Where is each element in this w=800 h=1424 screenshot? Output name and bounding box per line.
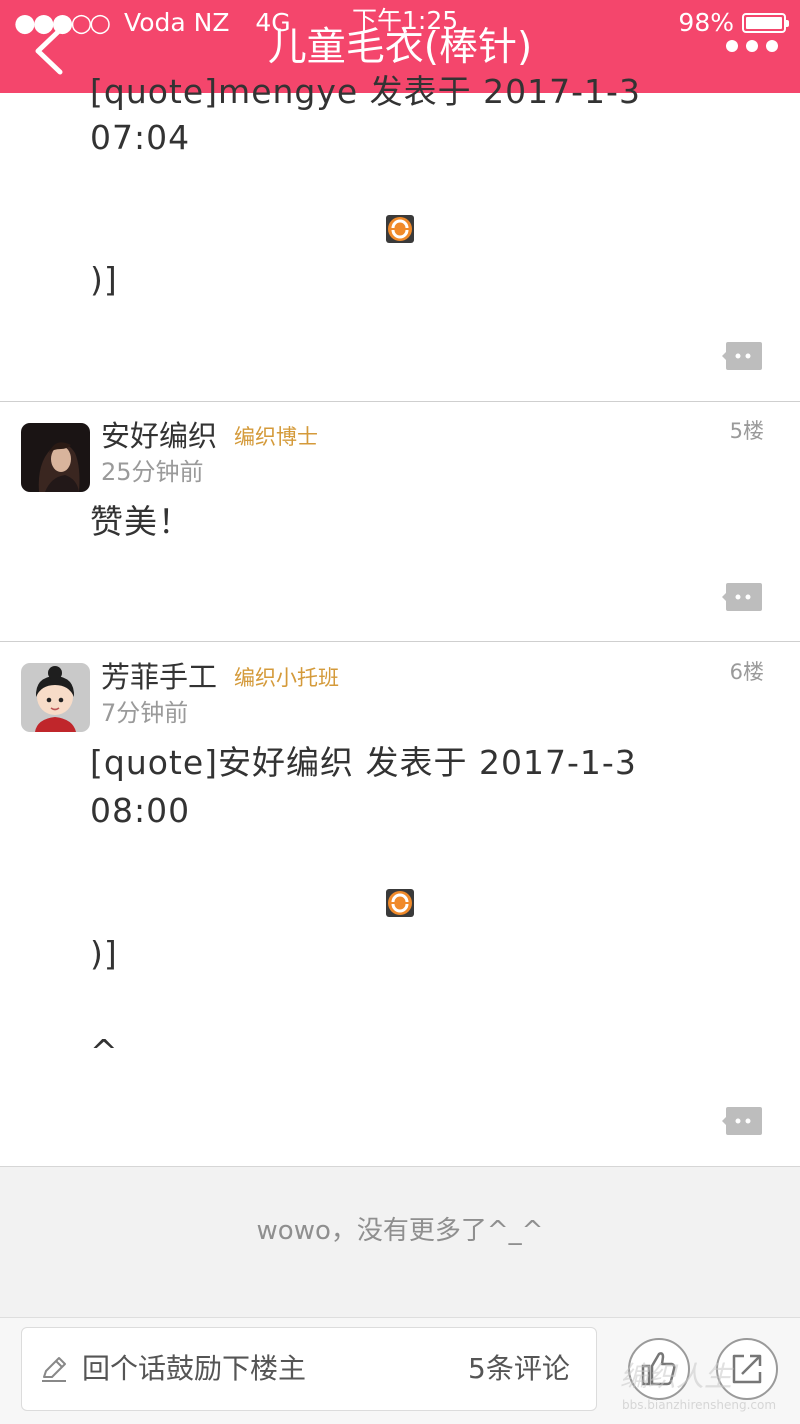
page-title: 儿童毛衣(棒针) xyxy=(267,25,533,70)
user-rank-badge: 编织小托班 xyxy=(234,666,339,690)
post-time: 7分钟前 xyxy=(101,699,189,727)
comment-count-link[interactable]: 5条评论 xyxy=(468,1350,570,1388)
post-content-line: )] xyxy=(90,260,118,299)
divider xyxy=(0,401,800,402)
post-content-line: )] xyxy=(90,934,118,973)
post-content-line: 07:04 xyxy=(90,118,191,157)
user-avatar[interactable] xyxy=(21,663,90,732)
post-content-line: 08:00 xyxy=(90,791,191,830)
reply-comment-icon[interactable] xyxy=(722,342,762,370)
post-content-line: ^ xyxy=(90,1032,119,1071)
pencil-icon xyxy=(42,1357,66,1382)
reply-comment-icon[interactable] xyxy=(722,1107,762,1135)
reply-placeholder[interactable]: 回个话鼓励下楼主 xyxy=(82,1350,306,1388)
post-time: 25分钟前 xyxy=(101,458,204,486)
username[interactable]: 芳菲手工 xyxy=(101,659,217,695)
more-options-icon[interactable] xyxy=(724,38,780,54)
reply-comment-icon[interactable] xyxy=(722,583,762,611)
user-rank-badge: 编织博士 xyxy=(234,425,318,449)
smiley-icon xyxy=(386,215,414,243)
floor-number: 5楼 xyxy=(729,419,764,443)
floor-number: 6楼 xyxy=(729,660,764,684)
post-content: 赞美！ xyxy=(90,502,192,541)
post-content-line: [quote]安好编织 发表于 2017-1-3 xyxy=(90,743,637,782)
username[interactable]: 安好编织 xyxy=(101,418,217,454)
watermark-logo: 编织人生 xyxy=(620,1360,733,1393)
divider xyxy=(0,641,800,642)
user-avatar[interactable] xyxy=(21,423,90,492)
watermark-url: bbs.bianzhirensheng.com xyxy=(622,1398,777,1412)
post-content-line: [quote]mengye 发表于 2017-1-3 xyxy=(90,72,641,111)
end-of-list-message: wowo，没有更多了^_^ xyxy=(256,1216,544,1246)
smiley-icon xyxy=(386,889,414,917)
